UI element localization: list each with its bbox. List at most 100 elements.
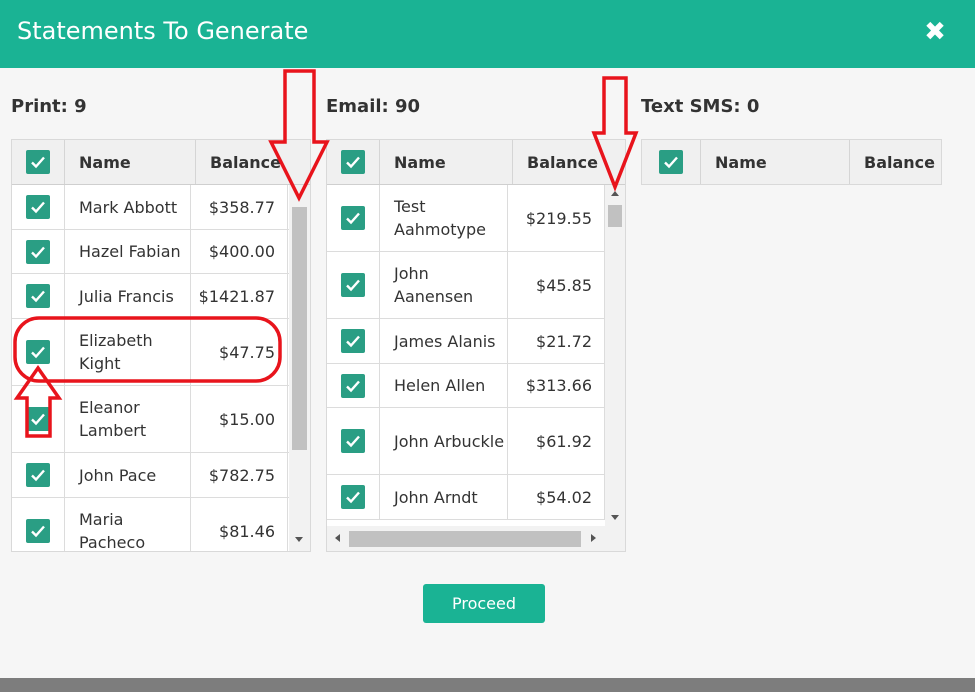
checkbox-checked-icon[interactable] xyxy=(341,150,365,174)
scroll-left-arrow-icon[interactable] xyxy=(335,534,340,542)
row-balance: $15.00 xyxy=(191,386,288,452)
table-row[interactable]: Hazel Fabian $400.00 xyxy=(12,230,310,274)
row-name: John Aanensen xyxy=(380,252,508,318)
print-count: 9 xyxy=(74,96,87,117)
row-checkbox[interactable] xyxy=(327,408,380,474)
print-grid-body: Mark Abbott $358.77 Hazel Fabian $400.00… xyxy=(12,185,310,551)
row-balance: $47.75 xyxy=(191,319,288,385)
scrollbar-thumb[interactable] xyxy=(292,207,307,450)
print-select-all[interactable] xyxy=(12,140,65,184)
row-balance: $81.46 xyxy=(191,498,288,551)
row-checkbox[interactable] xyxy=(12,185,65,229)
checkbox-checked-icon[interactable] xyxy=(26,340,50,364)
email-grid-header: Name Balance xyxy=(327,140,625,185)
row-name: Maria Pacheco xyxy=(65,498,191,551)
row-name: John Arndt xyxy=(380,475,508,519)
sms-count: 0 xyxy=(746,96,760,117)
row-balance: $782.75 xyxy=(191,453,288,497)
row-name: Hazel Fabian xyxy=(65,230,191,273)
print-grid-header: Name Balance xyxy=(12,140,310,185)
sms-label: Text SMS: xyxy=(641,96,741,117)
sms-grid-header: Name Balance xyxy=(642,140,941,184)
scroll-down-arrow-icon[interactable] xyxy=(611,515,619,520)
row-checkbox[interactable] xyxy=(327,319,380,363)
row-checkbox[interactable] xyxy=(12,319,65,385)
table-row[interactable]: Maria Pacheco $81.46 xyxy=(12,498,310,551)
row-checkbox[interactable] xyxy=(12,274,65,318)
table-row[interactable]: Helen Allen $313.66 xyxy=(327,364,625,408)
row-checkbox[interactable] xyxy=(12,498,65,551)
row-name: James Alanis xyxy=(380,319,508,363)
checkbox-checked-icon[interactable] xyxy=(26,284,50,308)
checkbox-checked-icon[interactable] xyxy=(26,407,50,431)
table-row[interactable]: John Pace $782.75 xyxy=(12,453,310,498)
row-balance: $400.00 xyxy=(191,230,288,273)
close-icon[interactable]: ✖ xyxy=(923,18,947,46)
print-grid: Name Balance Mark Abbott $358.77 Hazel F… xyxy=(11,139,311,552)
checkbox-checked-icon[interactable] xyxy=(26,150,50,174)
table-row[interactable]: Mark Abbott $358.77 xyxy=(12,185,310,230)
row-balance: $61.92 xyxy=(508,408,605,474)
scroll-up-arrow-icon[interactable] xyxy=(611,191,619,196)
checkbox-checked-icon[interactable] xyxy=(341,273,365,297)
checkbox-checked-icon[interactable] xyxy=(341,329,365,353)
checkbox-checked-icon[interactable] xyxy=(26,519,50,543)
proceed-button[interactable]: Proceed xyxy=(423,584,545,623)
checkbox-checked-icon[interactable] xyxy=(341,485,365,509)
scroll-down-arrow-icon[interactable] xyxy=(295,537,303,542)
scroll-right-arrow-icon[interactable] xyxy=(591,534,596,542)
checkbox-checked-icon[interactable] xyxy=(26,239,50,264)
checkbox-checked-icon[interactable] xyxy=(26,195,50,219)
row-name: Elizabeth Kight xyxy=(65,319,191,385)
row-name: Test Aahmotype xyxy=(380,185,508,251)
row-name: Helen Allen xyxy=(380,364,508,407)
row-checkbox[interactable] xyxy=(327,364,380,407)
email-count-label: Email: 90 xyxy=(326,96,420,117)
table-row[interactable]: John Arbuckle $61.92 xyxy=(327,408,625,475)
email-vertical-scrollbar[interactable] xyxy=(605,185,625,526)
row-checkbox[interactable] xyxy=(327,185,380,251)
table-row[interactable]: John Aanensen $45.85 xyxy=(327,252,625,319)
row-name: Eleanor Lambert xyxy=(65,386,191,452)
scrollbar-thumb[interactable] xyxy=(349,531,581,547)
checkbox-checked-icon[interactable] xyxy=(341,373,365,398)
checkbox-checked-icon[interactable] xyxy=(341,429,365,453)
email-header-balance[interactable]: Balance xyxy=(513,140,625,184)
table-row[interactable]: James Alanis $21.72 xyxy=(327,319,625,364)
row-checkbox[interactable] xyxy=(327,252,380,318)
checkbox-checked-icon[interactable] xyxy=(659,150,683,174)
row-name: Julia Francis xyxy=(65,274,191,318)
print-vertical-scrollbar[interactable] xyxy=(289,185,310,551)
modal-title: Statements To Generate xyxy=(17,17,309,45)
email-header-name[interactable]: Name xyxy=(380,140,513,184)
row-checkbox[interactable] xyxy=(12,453,65,497)
row-balance: $1421.87 xyxy=(191,274,288,318)
table-row[interactable]: Julia Francis $1421.87 xyxy=(12,274,310,319)
row-balance: $45.85 xyxy=(508,252,605,318)
print-label: Print: xyxy=(11,96,68,117)
table-row[interactable]: Test Aahmotype $219.55 xyxy=(327,185,625,252)
sms-header-balance[interactable]: Balance xyxy=(850,140,941,184)
row-checkbox[interactable] xyxy=(12,230,65,273)
print-header-name[interactable]: Name xyxy=(65,140,196,184)
print-count-label: Print: 9 xyxy=(11,96,87,117)
modal-header: Statements To Generate ✖ xyxy=(0,0,975,68)
sms-select-all[interactable] xyxy=(642,140,701,184)
table-row[interactable]: John Arndt $54.02 xyxy=(327,475,625,520)
email-select-all[interactable] xyxy=(327,140,380,184)
row-name: John Pace xyxy=(65,453,191,497)
checkbox-checked-icon[interactable] xyxy=(26,463,50,487)
checkbox-checked-icon[interactable] xyxy=(341,206,365,230)
row-balance: $219.55 xyxy=(508,185,605,251)
sms-count-label: Text SMS: 0 xyxy=(641,96,759,117)
table-row[interactable]: Eleanor Lambert $15.00 xyxy=(12,386,310,453)
print-header-balance[interactable]: Balance xyxy=(196,140,310,184)
scrollbar-thumb[interactable] xyxy=(608,205,622,227)
row-checkbox[interactable] xyxy=(327,475,380,519)
sms-header-name[interactable]: Name xyxy=(701,140,850,184)
row-name: Mark Abbott xyxy=(65,185,191,229)
sms-grid: Name Balance xyxy=(641,139,942,185)
table-row[interactable]: Elizabeth Kight $47.75 xyxy=(12,319,310,386)
row-checkbox[interactable] xyxy=(12,386,65,452)
email-horizontal-scrollbar[interactable] xyxy=(327,526,625,551)
